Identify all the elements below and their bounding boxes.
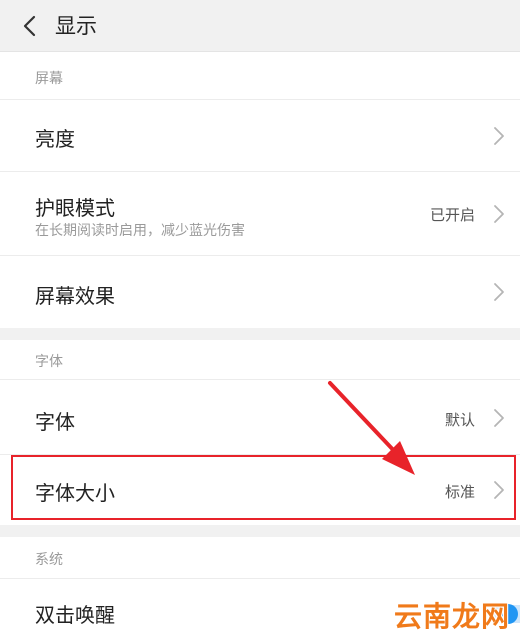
section-header-screen: 屏幕 (0, 52, 520, 100)
row-subtitle: 在长期阅读时启用，减少蓝光伤害 (35, 223, 245, 239)
row-label: 亮度 (35, 127, 75, 151)
chevron-left-icon[interactable] (18, 13, 44, 39)
settings-row-brightness[interactable]: 亮度 (0, 100, 520, 172)
red-arrow-icon (328, 381, 415, 475)
settings-row-font[interactable]: 字体 默认 (0, 380, 520, 455)
section-divider (0, 525, 520, 537)
row-label: 双击唤醒 (35, 603, 115, 627)
row-value: 已开启 (429, 206, 475, 224)
chevron-right-icon (494, 409, 504, 427)
page-title: 显示 (55, 14, 97, 38)
row-label: 护眼模式 (35, 196, 115, 220)
chevron-right-icon (494, 205, 504, 223)
row-label: 屏幕效果 (35, 284, 115, 308)
settings-row-eye-protection[interactable]: 护眼模式 在长期阅读时启用，减少蓝光伤害 已开启 (0, 172, 520, 256)
settings-row-screen-effect[interactable]: 屏幕效果 (0, 256, 520, 328)
section-header-system: 系统 (0, 537, 520, 579)
row-label: 字体 (35, 410, 75, 434)
section-label: 系统 (35, 552, 63, 568)
chevron-right-icon (494, 283, 504, 301)
row-value: 默认 (444, 411, 475, 429)
highlight-box (11, 455, 516, 520)
watermark: 云南龙网 (393, 600, 510, 633)
section-label: 屏幕 (35, 71, 63, 87)
top-bar: 显示 (0, 0, 520, 52)
section-label: 字体 (35, 354, 63, 370)
section-divider (0, 328, 520, 340)
section-header-font: 字体 (0, 340, 520, 380)
chevron-right-icon (494, 127, 504, 145)
